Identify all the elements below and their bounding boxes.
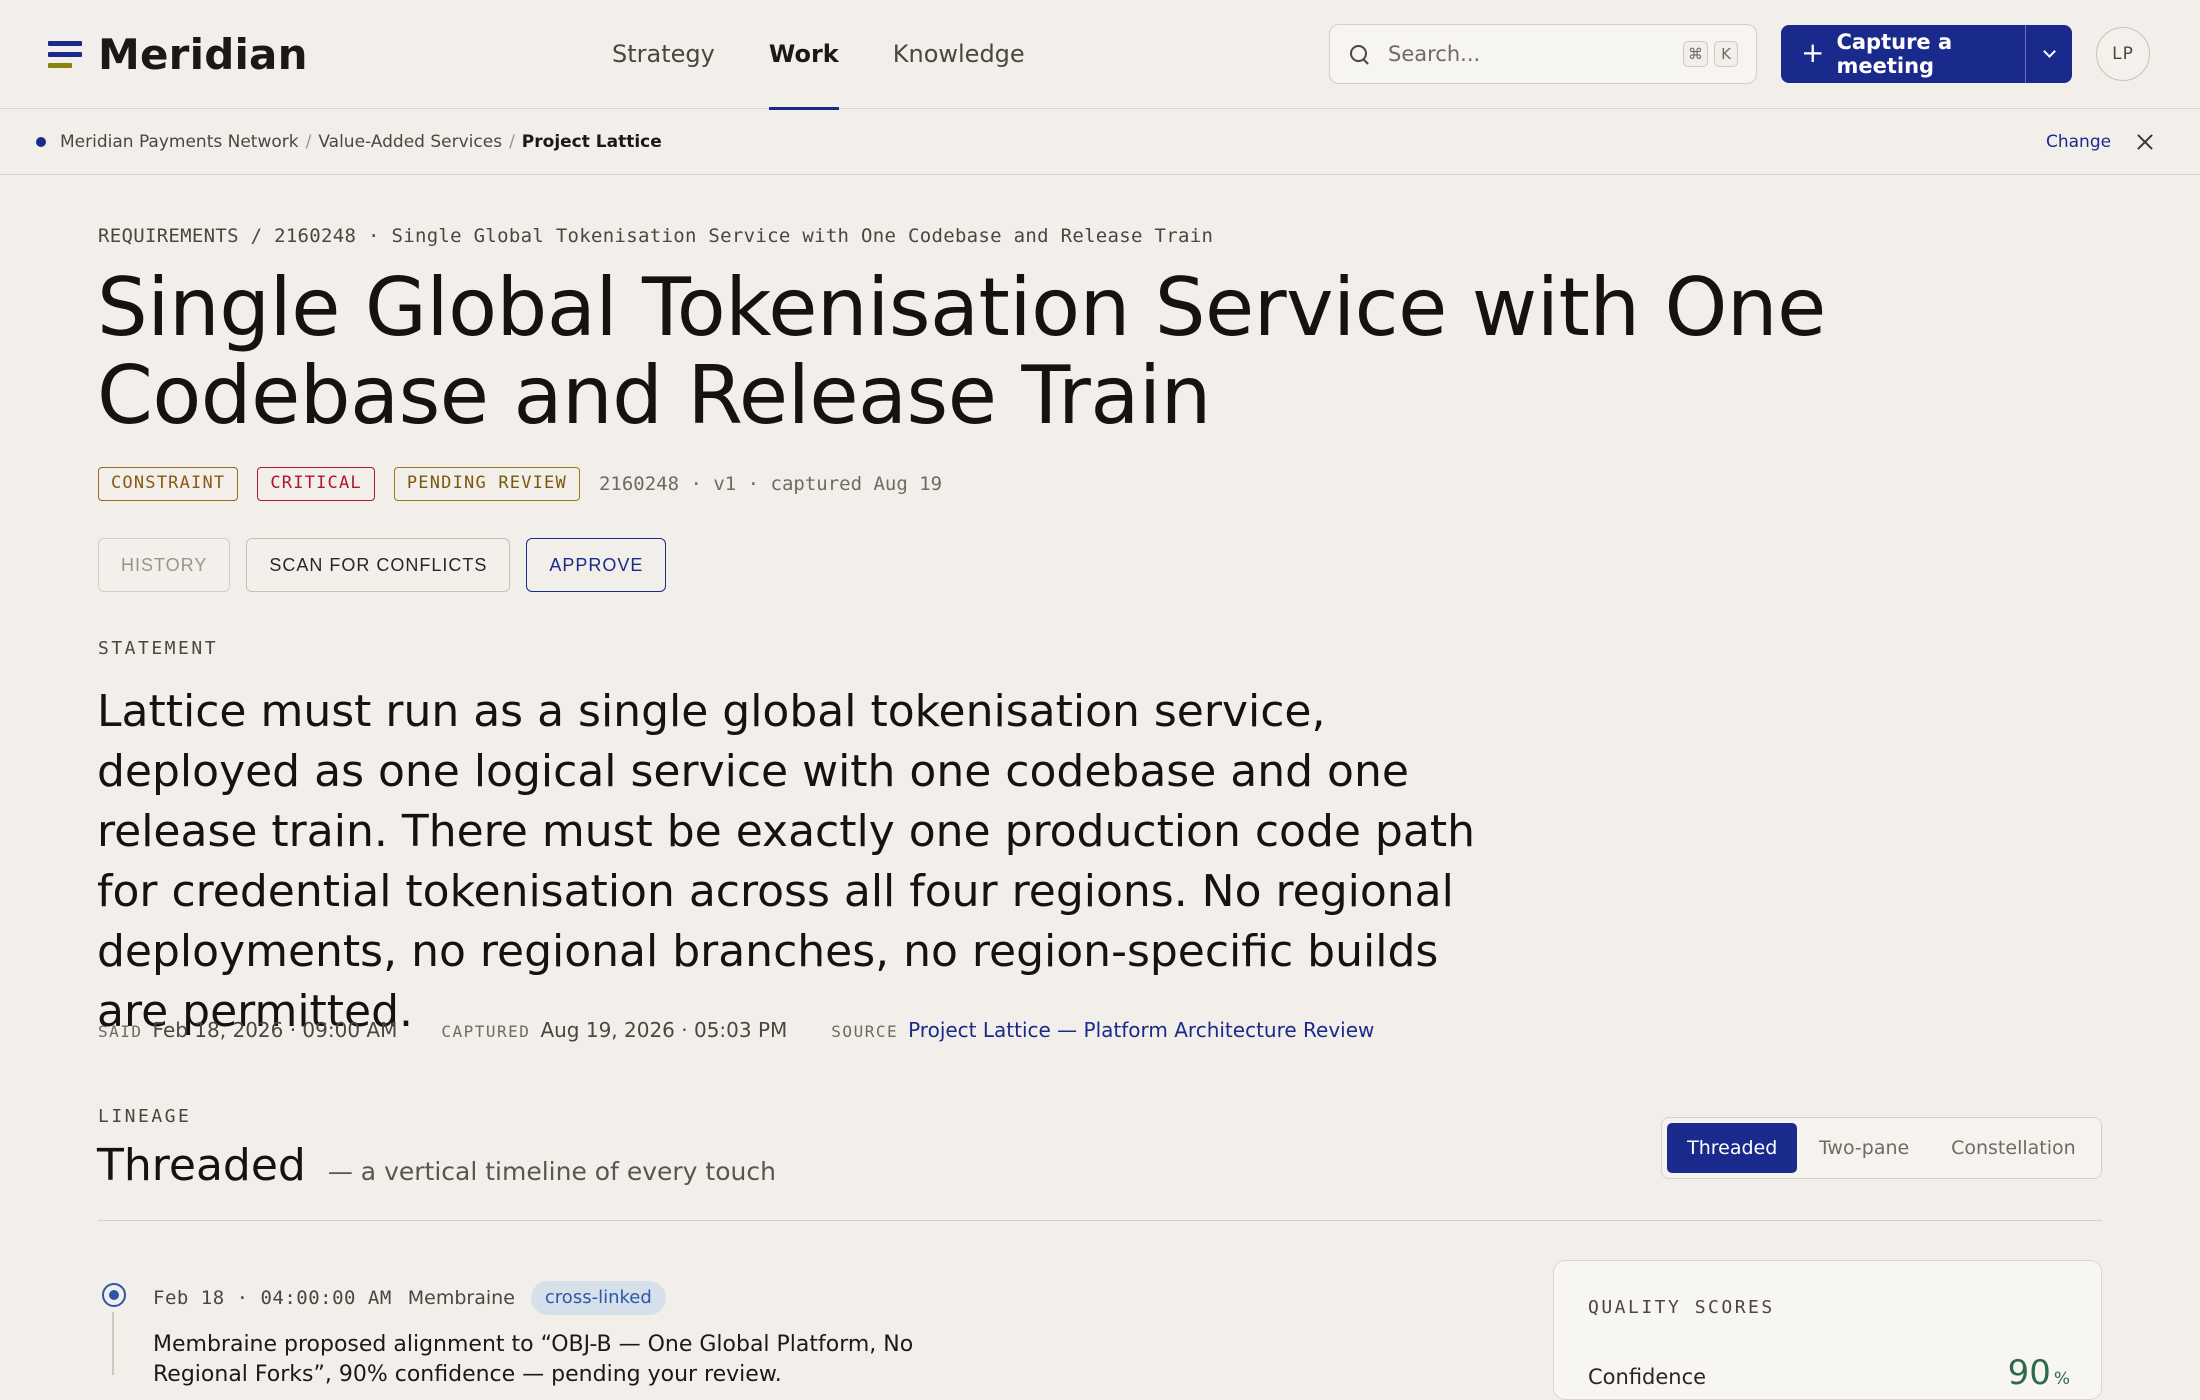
event-description: Membraine proposed alignment to “OBJ-B —… bbox=[153, 1332, 914, 1387]
captured-label: CAPTURED bbox=[441, 1022, 531, 1041]
badge-critical: CRITICAL bbox=[257, 467, 375, 501]
history-button[interactable]: HISTORY bbox=[98, 538, 231, 592]
section-divider bbox=[98, 1220, 2102, 1221]
search-icon bbox=[1348, 43, 1370, 65]
event-actor: Membraine bbox=[407, 1287, 515, 1309]
capture-meeting-label: Capture a meeting bbox=[1836, 30, 1953, 78]
score-value: 90 bbox=[2007, 1353, 2051, 1393]
search-placeholder: Search... bbox=[1388, 42, 1481, 66]
timeline-event-header: Feb 18 · 04:00:00 AM Membraine cross-lin… bbox=[153, 1281, 666, 1315]
context-dot-icon bbox=[36, 137, 46, 147]
plus-icon: + bbox=[1801, 36, 1825, 69]
requirement-meta: 2160248 · v1 · captured Aug 19 bbox=[598, 473, 943, 495]
view-option-two-pane[interactable]: Two-pane bbox=[1797, 1123, 1930, 1173]
requirement-actions: HISTORY SCAN FOR CONFLICTS APPROVE bbox=[98, 538, 667, 592]
capture-meeting-split-button: + Capture a meeting bbox=[1781, 25, 2072, 83]
score-value-wrap: 90% bbox=[2008, 1353, 2070, 1393]
capture-options-dropdown[interactable] bbox=[2025, 25, 2072, 83]
scan-conflicts-button[interactable]: SCAN FOR CONFLICTS bbox=[246, 538, 511, 592]
close-icon[interactable] bbox=[2134, 131, 2156, 153]
requirement-statement: Lattice must run as a single global toke… bbox=[97, 686, 1475, 1037]
event-timestamp: Feb 18 · 04:00:00 AM bbox=[153, 1287, 392, 1309]
view-option-threaded[interactable]: Threaded bbox=[1667, 1123, 1798, 1173]
nav-item-work[interactable]: Work bbox=[768, 0, 839, 110]
lineage-heading: Threaded — a vertical timeline of every … bbox=[97, 1140, 776, 1191]
lineage-label: LINEAGE bbox=[98, 1106, 192, 1127]
breadcrumb-item-network[interactable]: Meridian Payments Network bbox=[60, 132, 299, 152]
main-nav: Strategy Work Knowledge bbox=[612, 0, 1025, 110]
shortcut-mod-key: ⌘ bbox=[1683, 41, 1708, 67]
said-label: SAID bbox=[98, 1022, 143, 1041]
view-option-constellation[interactable]: Constellation bbox=[1931, 1123, 2096, 1173]
breadcrumb-separator: / bbox=[509, 132, 515, 152]
status-badges: CONSTRAINT CRITICAL PENDING REVIEW 21602… bbox=[98, 467, 942, 501]
event-tag[interactable]: cross-linked bbox=[530, 1281, 666, 1315]
app-logo[interactable]: Meridian bbox=[48, 30, 308, 79]
lineage-view-switcher: Threaded Two-pane Constellation bbox=[1661, 1117, 2102, 1179]
lineage-title: Threaded bbox=[97, 1140, 306, 1191]
app-name: Meridian bbox=[98, 30, 308, 79]
score-unit: % bbox=[2053, 1369, 2070, 1389]
requirement-pretitle: REQUIREMENTS / 2160248 · Single Global T… bbox=[98, 225, 1214, 247]
statement-label: STATEMENT bbox=[98, 638, 219, 659]
badge-constraint: CONSTRAINT bbox=[98, 467, 239, 501]
search-input[interactable]: Search... ⌘ K bbox=[1329, 24, 1757, 84]
top-bar: Meridian Strategy Work Knowledge Search.… bbox=[0, 0, 2200, 110]
user-avatar[interactable]: LP bbox=[2096, 27, 2150, 81]
approve-button[interactable]: APPROVE bbox=[526, 538, 667, 592]
breadcrumb-separator: / bbox=[305, 132, 312, 152]
said-value: Feb 18, 2026 · 09:00 AM bbox=[152, 1018, 398, 1042]
meridian-logo-icon bbox=[48, 40, 82, 70]
breadcrumb: Meridian Payments Network / Value-Added … bbox=[36, 109, 662, 175]
breadcrumb-item-project: Project Lattice bbox=[521, 132, 662, 152]
capture-meeting-button[interactable]: + Capture a meeting bbox=[1781, 25, 2025, 83]
quality-scores-label: QUALITY SCORES bbox=[1588, 1297, 1775, 1318]
page-title: Single Global Tokenisation Service with … bbox=[97, 261, 1826, 442]
timeline-line bbox=[112, 1312, 114, 1375]
source-link[interactable]: Project Lattice — Platform Architecture … bbox=[908, 1018, 1374, 1042]
badge-pending-review: PENDING REVIEW bbox=[393, 467, 580, 501]
quality-score-row: Confidence 90% bbox=[1588, 1353, 2070, 1393]
breadcrumb-item-services[interactable]: Value-Added Services bbox=[318, 132, 502, 152]
timeline-node-icon bbox=[102, 1283, 126, 1307]
shortcut-key: K bbox=[1714, 41, 1738, 67]
nav-item-knowledge[interactable]: Knowledge bbox=[893, 0, 1025, 109]
requirement-provenance: SAID Feb 18, 2026 · 09:00 AM CAPTURED Au… bbox=[98, 1018, 1374, 1042]
quality-scores-card: QUALITY SCORES Confidence 90% bbox=[1553, 1260, 2102, 1400]
change-context-link[interactable]: Change bbox=[2046, 109, 2111, 175]
lineage-subtitle: — a vertical timeline of every touch bbox=[327, 1157, 776, 1186]
score-name: Confidence bbox=[1588, 1365, 1707, 1389]
source-label: SOURCE bbox=[831, 1022, 899, 1041]
nav-item-strategy[interactable]: Strategy bbox=[612, 0, 715, 109]
captured-value: Aug 19, 2026 · 05:03 PM bbox=[540, 1018, 788, 1042]
context-bar: Meridian Payments Network / Value-Added … bbox=[0, 109, 2200, 175]
chevron-down-icon bbox=[2042, 45, 2056, 58]
